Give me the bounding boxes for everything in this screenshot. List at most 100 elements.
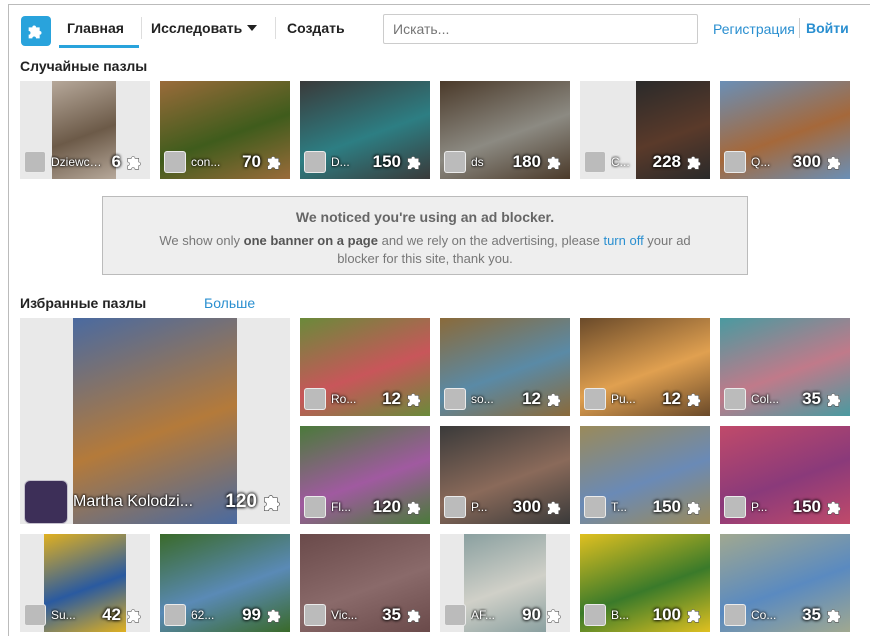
puzzle-name[interactable]: con... [191,155,238,169]
puzzle-tile[interactable]: P... 150 [720,426,850,524]
puzzle-meta: Q... 300 [720,145,850,179]
author-avatar[interactable] [584,151,606,173]
piece-count: 12 [662,389,681,408]
puzzle-tile[interactable]: D... 150 [300,81,430,179]
puzzle-name[interactable]: Ro... [331,392,378,406]
puzzle-tile[interactable]: ds 180 [440,81,570,179]
puzzle-meta: B... 100 [580,598,710,632]
puzzle-piece-icon [264,604,286,626]
author-avatar[interactable] [584,496,606,518]
puzzle-piece-icon [684,496,706,518]
puzzle-name[interactable]: P... [751,500,789,514]
piece-count: 12 [522,389,541,408]
puzzle-logo-icon[interactable] [21,16,51,46]
puzzle-name[interactable]: Vic... [331,608,378,622]
author-avatar[interactable] [724,388,746,410]
author-avatar[interactable] [444,388,466,410]
nav-create[interactable]: Создать [287,20,345,36]
piece-count: 120 [372,497,401,516]
puzzle-tile[interactable]: Q... 300 [720,81,850,179]
puzzle-piece-icon [124,151,146,173]
author-avatar[interactable] [724,604,746,626]
puzzle-tile[interactable]: 62... 99 [160,534,290,632]
author-avatar[interactable] [24,480,68,524]
puzzle-meta: Co... 35 [720,598,850,632]
puzzle-name[interactable]: C... [611,155,649,169]
puzzle-name[interactable]: so... [471,392,518,406]
chevron-down-icon [247,25,258,31]
author-avatar[interactable] [24,151,46,173]
puzzle-tile[interactable]: B... 100 [580,534,710,632]
puzzle-piece-icon [404,496,426,518]
puzzle-tile[interactable]: Vic... 35 [300,534,430,632]
puzzle-name[interactable]: Q... [751,155,789,169]
adblock-text: your ad [643,233,691,248]
puzzle-name[interactable]: 62... [191,608,238,622]
puzzle-tile[interactable]: T... 150 [580,426,710,524]
register-link[interactable]: Регистрация [713,21,795,37]
puzzle-tile[interactable]: C... 228 [580,81,710,179]
puzzle-name[interactable]: Col... [751,392,798,406]
author-avatar[interactable] [444,496,466,518]
piece-count: 35 [802,605,821,624]
puzzle-tile[interactable]: Dziewczy... 6 [20,81,150,179]
puzzle-meta: ds 180 [440,145,570,179]
puzzle-tile[interactable]: Martha Kolodzi... 120 [20,318,290,524]
author-avatar[interactable] [584,604,606,626]
puzzle-piece-icon [824,496,846,518]
puzzle-name[interactable]: Co... [751,608,798,622]
nav-explore[interactable]: Исследовать [151,20,258,36]
puzzle-name[interactable]: Martha Kolodzi... [73,493,221,511]
author-avatar[interactable] [304,496,326,518]
piece-count: 150 [652,497,681,516]
puzzle-meta: C... 228 [580,145,710,179]
puzzle-name[interactable]: Pu... [611,392,658,406]
author-avatar[interactable] [444,604,466,626]
puzzle-piece-icon [824,388,846,410]
author-avatar[interactable] [304,151,326,173]
featured-more-link[interactable]: Больше [204,295,255,311]
puzzle-name[interactable]: B... [611,608,649,622]
page-frame: Главная Исследовать Создать Регистрация … [8,4,870,636]
puzzle-tile[interactable]: Ro... 12 [300,318,430,416]
auth-divider [799,18,800,38]
puzzle-meta: Fl... 120 [300,490,430,524]
puzzle-name[interactable]: Fl... [331,500,369,514]
puzzle-tile[interactable]: AF... 90 [440,534,570,632]
author-avatar[interactable] [724,496,746,518]
piece-count: 90 [522,605,541,624]
puzzle-name[interactable]: P... [471,500,509,514]
piece-count: 70 [242,152,261,171]
puzzle-tile[interactable]: P... 300 [440,426,570,524]
puzzle-piece-icon [260,489,286,515]
random-puzzles-heading: Случайные пазлы [20,58,148,74]
puzzle-name[interactable]: Dziewczy... [51,155,108,169]
puzzle-name[interactable]: T... [611,500,649,514]
adblock-text: and we rely on the advertising, please [377,233,604,248]
author-avatar[interactable] [24,604,46,626]
author-avatar[interactable] [164,151,186,173]
author-avatar[interactable] [304,388,326,410]
login-link[interactable]: Войти [806,20,849,36]
search-input[interactable] [383,14,698,44]
puzzle-name[interactable]: AF... [471,608,518,622]
nav-home[interactable]: Главная [67,20,124,36]
puzzle-name[interactable]: D... [331,155,369,169]
turn-off-link[interactable]: turn off [603,233,643,248]
adblock-text: We show only [159,233,244,248]
adblock-notice: We noticed you're using an ad blocker. W… [102,196,748,275]
puzzle-tile[interactable]: con... 70 [160,81,290,179]
puzzle-tile[interactable]: Col... 35 [720,318,850,416]
puzzle-tile[interactable]: Pu... 12 [580,318,710,416]
puzzle-tile[interactable]: Su... 42 [20,534,150,632]
puzzle-tile[interactable]: so... 12 [440,318,570,416]
author-avatar[interactable] [724,151,746,173]
puzzle-name[interactable]: Su... [51,608,98,622]
puzzle-tile[interactable]: Fl... 120 [300,426,430,524]
puzzle-tile[interactable]: Co... 35 [720,534,850,632]
author-avatar[interactable] [584,388,606,410]
author-avatar[interactable] [444,151,466,173]
puzzle-name[interactable]: ds [471,155,509,169]
author-avatar[interactable] [304,604,326,626]
author-avatar[interactable] [164,604,186,626]
